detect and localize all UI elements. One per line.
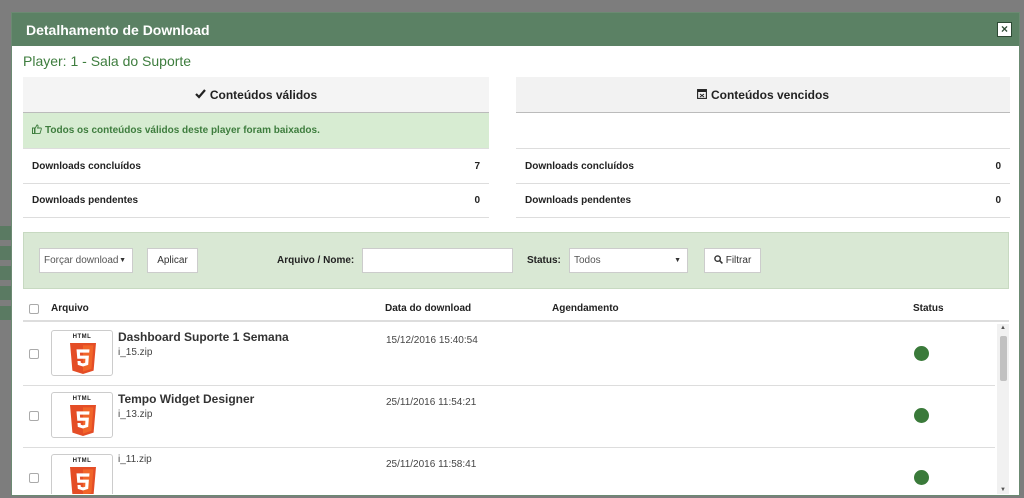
row-checkbox[interactable] (29, 349, 39, 359)
table-header: Arquivo Data do download Agendamento Sta… (23, 294, 1009, 322)
action-select-value: Forçar download (44, 255, 119, 266)
download-date: 15/12/2016 15:40:54 (386, 335, 478, 346)
html5-thumbnail: HTML (51, 330, 113, 376)
success-alert: Todos os conteúdos válidos deste player … (23, 113, 489, 148)
html5-icon (70, 405, 96, 436)
row-checkbox[interactable] (29, 411, 39, 421)
file-name-input[interactable] (362, 248, 513, 273)
calendar-icon (697, 88, 707, 102)
content-file: i_15.zip (118, 347, 153, 358)
column-header-date[interactable]: Data do download (385, 303, 471, 314)
table-scrollbar[interactable]: ▲ ▼ (997, 324, 1009, 494)
status-label: Status: (527, 255, 561, 266)
html5-icon (70, 467, 96, 494)
content-file: i_13.zip (118, 409, 153, 420)
content-file: i_11.zip (118, 454, 152, 465)
status-indicator (914, 470, 929, 485)
valid-pending-row: Downloads pendentes 0 (23, 183, 489, 218)
expired-contents-panel: Conteúdos vencidos Downloads concluídos … (516, 77, 1010, 218)
table-row: HTML Dashboard Suporte 1 Semana i_15.zip… (23, 324, 995, 386)
search-icon (713, 254, 723, 267)
filter-button[interactable]: Filtrar (704, 248, 761, 273)
status-indicator (914, 408, 929, 423)
expired-completed-row: Downloads concluídos 0 (516, 148, 1010, 183)
html5-thumbnail: HTML (51, 392, 113, 438)
modal-header: Detalhamento de Download × (12, 13, 1019, 46)
table-row: HTML Tempo Widget Designer i_13.zip 25/1… (23, 386, 995, 448)
valid-contents-header[interactable]: Conteúdos válidos (23, 77, 489, 113)
download-date: 25/11/2016 11:54:21 (386, 397, 477, 408)
stat-value: 0 (995, 195, 1001, 206)
close-button[interactable]: × (997, 22, 1012, 37)
content-name: Tempo Widget Designer (118, 392, 255, 406)
apply-button-label: Aplicar (157, 255, 188, 266)
valid-contents-panel: Conteúdos válidos Todos os conteúdos vál… (23, 77, 489, 218)
stat-value: 0 (995, 160, 1001, 172)
thumbs-up-icon (32, 124, 42, 137)
content-name: Dashboard Suporte 1 Semana (118, 330, 289, 344)
download-date: 25/11/2016 11:58:41 (386, 459, 477, 470)
select-all-checkbox[interactable] (29, 304, 39, 314)
filter-bar: Forçar download ▼ Aplicar Arquivo / Nome… (23, 232, 1009, 289)
expired-contents-header[interactable]: Conteúdos vencidos (516, 77, 1010, 113)
scroll-up-icon[interactable]: ▲ (1000, 325, 1006, 331)
status-indicator (914, 346, 929, 361)
stat-value: 0 (474, 195, 480, 206)
valid-completed-row: Downloads concluídos 7 (23, 148, 489, 183)
column-header-status[interactable]: Status (913, 303, 944, 314)
html5-thumbnail: HTML (51, 454, 113, 494)
download-detail-modal: Detalhamento de Download × Player: 1 - S… (11, 12, 1020, 496)
thumbnail-label: HTML (72, 334, 92, 340)
action-select[interactable]: Forçar download ▼ (39, 248, 133, 273)
expired-pending-row: Downloads pendentes 0 (516, 183, 1010, 218)
table-row: HTML i_11.zip 25/11/2016 11:58:41 (23, 448, 995, 494)
scrollbar-thumb[interactable] (1000, 336, 1007, 381)
player-title: Player: 1 - Sala do Suporte (23, 53, 192, 69)
valid-contents-title: Conteúdos válidos (209, 87, 318, 102)
file-name-label: Arquivo / Nome: (277, 255, 355, 266)
apply-button[interactable]: Aplicar (147, 248, 198, 273)
row-checkbox[interactable] (29, 473, 39, 483)
close-icon: × (1000, 22, 1008, 36)
stat-label: Downloads concluídos (32, 160, 141, 172)
downloads-table: Arquivo Data do download Agendamento Sta… (23, 294, 1009, 494)
stat-label: Downloads concluídos (525, 160, 634, 172)
status-select[interactable]: Todos ▼ (569, 248, 688, 273)
stat-value: 7 (474, 160, 480, 172)
success-alert-text: Todos os conteúdos válidos deste player … (45, 125, 320, 136)
table-body: HTML Dashboard Suporte 1 Semana i_15.zip… (23, 324, 1009, 494)
chevron-down-icon: ▼ (674, 257, 681, 264)
thumbnail-label: HTML (72, 458, 92, 464)
expired-contents-title: Conteúdos vencidos (710, 87, 829, 102)
check-icon (195, 88, 206, 102)
chevron-down-icon: ▼ (119, 257, 126, 264)
status-select-value: Todos (574, 255, 601, 266)
modal-title: Detalhamento de Download (26, 21, 210, 38)
expired-alert-area (516, 113, 1010, 148)
thumbnail-label: HTML (72, 396, 92, 402)
filter-button-label: Filtrar (725, 255, 752, 266)
html5-icon (70, 343, 96, 374)
column-header-schedule[interactable]: Agendamento (552, 303, 619, 314)
stat-label: Downloads pendentes (525, 195, 632, 206)
stat-label: Downloads pendentes (32, 195, 139, 206)
scroll-down-icon[interactable]: ▼ (1000, 487, 1006, 493)
column-header-file[interactable]: Arquivo (51, 303, 89, 314)
